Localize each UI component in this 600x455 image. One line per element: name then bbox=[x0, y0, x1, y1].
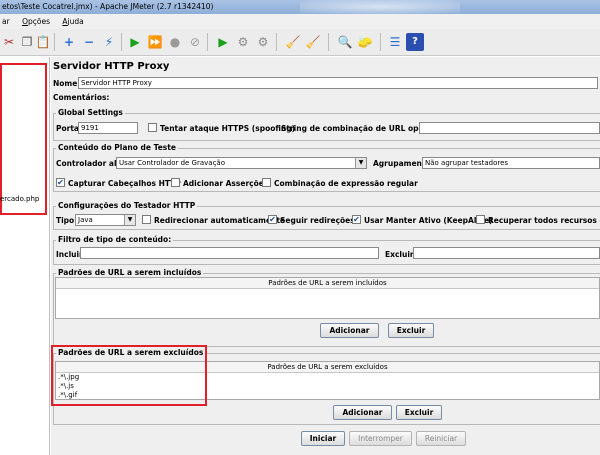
expand-icon[interactable]: + bbox=[60, 33, 78, 51]
global-settings-title: Global Settings bbox=[56, 108, 125, 117]
sampler-type-select[interactable]: Java ▼ bbox=[75, 214, 136, 226]
grouping-value: Não agrupar testadores bbox=[425, 159, 509, 167]
menu-bar: ar Opções Ajuda bbox=[0, 14, 600, 29]
redirect-auto-checkbox[interactable] bbox=[142, 215, 151, 224]
stop-icon[interactable]: ● bbox=[166, 33, 184, 51]
page-title: Servidor HTTP Proxy bbox=[53, 61, 170, 72]
function-helper-icon[interactable]: ☰ bbox=[386, 33, 404, 51]
menu-item-edit[interactable]: ar bbox=[2, 17, 10, 26]
include-delete-button[interactable]: Excluir bbox=[388, 323, 434, 338]
name-label: Nome: bbox=[53, 79, 81, 88]
keepalive-label: Usar Manter Ativo (KeepAlive) bbox=[364, 216, 493, 225]
remote-shutdown-icon[interactable]: ⚙ bbox=[254, 33, 272, 51]
capture-headers-checkbox[interactable]: ✔ bbox=[56, 178, 65, 187]
reset-search-icon[interactable]: 🧽 bbox=[356, 33, 374, 51]
port-field[interactable]: 9191 bbox=[78, 122, 138, 134]
menu-item-help[interactable]: Ajuda bbox=[62, 17, 83, 26]
regex-match-label: Combinação de expressão regular bbox=[274, 179, 418, 188]
toolbar: ✂ ❐ 📋 + − ⚡ ▶ ⏩ ● ⊘ ▶ ⚙ ⚙ 🧹 🧹 🔍 🧽 ☰ ? bbox=[0, 29, 600, 56]
redirect-auto-label: Redirecionar automaticamente bbox=[154, 216, 286, 225]
target-controller-select[interactable]: Usar Controlador de Gravação ▼ bbox=[116, 157, 367, 169]
capture-headers-label: Capturar Cabeçalhos HTTP bbox=[68, 179, 181, 188]
stop-button[interactable]: Interromper bbox=[349, 431, 412, 446]
follow-redirects-label: Seguir redireções bbox=[280, 216, 355, 225]
test-plan-content-title: Conteúdo do Plano de Teste bbox=[56, 143, 178, 152]
remote-start-icon[interactable]: ▶ bbox=[214, 33, 232, 51]
chevron-down-icon: ▼ bbox=[124, 215, 135, 225]
toolbar-separator bbox=[54, 33, 55, 51]
chevron-down-icon: ▼ bbox=[355, 158, 366, 168]
name-field[interactable]: Servidor HTTP Proxy bbox=[78, 77, 598, 89]
regex-match-checkbox[interactable] bbox=[262, 178, 271, 187]
toolbar-separator bbox=[121, 33, 122, 51]
start-icon[interactable]: ▶ bbox=[126, 33, 144, 51]
url-match-field[interactable] bbox=[419, 122, 600, 134]
window-titlebar: etos\Teste Cocatrel.jmx) - Apache JMeter… bbox=[0, 0, 600, 14]
start-no-pause-icon[interactable]: ⏩ bbox=[146, 33, 164, 51]
include-patterns-title: Padrões de URL a serem incluídos bbox=[56, 268, 204, 277]
proxy-config-panel: Servidor HTTP Proxy Nome: Servidor HTTP … bbox=[51, 57, 600, 455]
content-filter-title: Filtro de tipo de conteúdo: bbox=[56, 235, 174, 244]
restart-button[interactable]: Reiniciar bbox=[416, 431, 466, 446]
sampler-type-value: Java bbox=[78, 216, 93, 224]
comments-label: Comentários: bbox=[53, 93, 110, 102]
clear-icon[interactable]: 🧹 bbox=[284, 33, 302, 51]
toggle-icon[interactable]: ⚡ bbox=[100, 33, 118, 51]
retrieve-all-checkbox[interactable] bbox=[476, 215, 485, 224]
include-patterns-header: Padrões de URL a serem incluídos bbox=[56, 278, 599, 289]
clear-all-icon[interactable]: 🧹 bbox=[304, 33, 322, 51]
remote-stop-icon[interactable]: ⚙ bbox=[234, 33, 252, 51]
paste-icon[interactable]: 📋 bbox=[34, 33, 52, 51]
window-title: etos\Teste Cocatrel.jmx) - Apache JMeter… bbox=[2, 2, 214, 11]
add-assertions-label: Adicionar Asserções bbox=[183, 179, 269, 188]
start-button[interactable]: Iniciar bbox=[301, 431, 345, 446]
keepalive-checkbox[interactable]: ✔ bbox=[352, 215, 361, 224]
include-field[interactable] bbox=[80, 247, 379, 259]
https-spoof-label: Tentar ataque HTTPS (spoofing) bbox=[160, 124, 296, 133]
exclude-add-button[interactable]: Adicionar bbox=[333, 405, 392, 420]
collapse-icon[interactable]: − bbox=[80, 33, 98, 51]
exclude-field[interactable] bbox=[413, 247, 600, 259]
exclude-label: Excluir: bbox=[385, 250, 417, 259]
sampler-settings-title: Configurações do Testador HTTP bbox=[56, 201, 198, 210]
toolbar-separator bbox=[328, 33, 329, 51]
include-patterns-table[interactable]: Padrões de URL a serem incluídos bbox=[55, 277, 600, 319]
toolbar-separator bbox=[207, 33, 208, 51]
tree-highlight-box bbox=[0, 63, 47, 215]
cut-icon[interactable]: ✂ bbox=[0, 33, 18, 51]
menu-item-options[interactable]: Opções bbox=[22, 17, 50, 26]
tree-item[interactable]: ercado.php bbox=[0, 195, 39, 203]
toolbar-separator bbox=[380, 33, 381, 51]
exclude-delete-button[interactable]: Excluir bbox=[396, 405, 442, 420]
target-controller-value: Usar Controlador de Gravação bbox=[119, 159, 226, 167]
add-assertions-checkbox[interactable] bbox=[171, 178, 180, 187]
grouping-select[interactable]: Não agrupar testadores bbox=[422, 157, 600, 169]
retrieve-all-label: Recuperar todos recursos embu bbox=[488, 216, 600, 225]
shutdown-icon[interactable]: ⊘ bbox=[186, 33, 204, 51]
help-icon[interactable]: ? bbox=[406, 33, 424, 51]
include-add-button[interactable]: Adicionar bbox=[320, 323, 379, 338]
follow-redirects-checkbox[interactable]: ✔ bbox=[268, 215, 277, 224]
titlebar-glow bbox=[300, 0, 460, 14]
https-spoof-checkbox[interactable] bbox=[148, 123, 157, 132]
exclude-highlight-box bbox=[51, 345, 207, 406]
toolbar-separator bbox=[276, 33, 277, 51]
search-icon[interactable]: 🔍 bbox=[336, 33, 354, 51]
test-plan-tree[interactable]: ercado.php bbox=[0, 57, 50, 455]
